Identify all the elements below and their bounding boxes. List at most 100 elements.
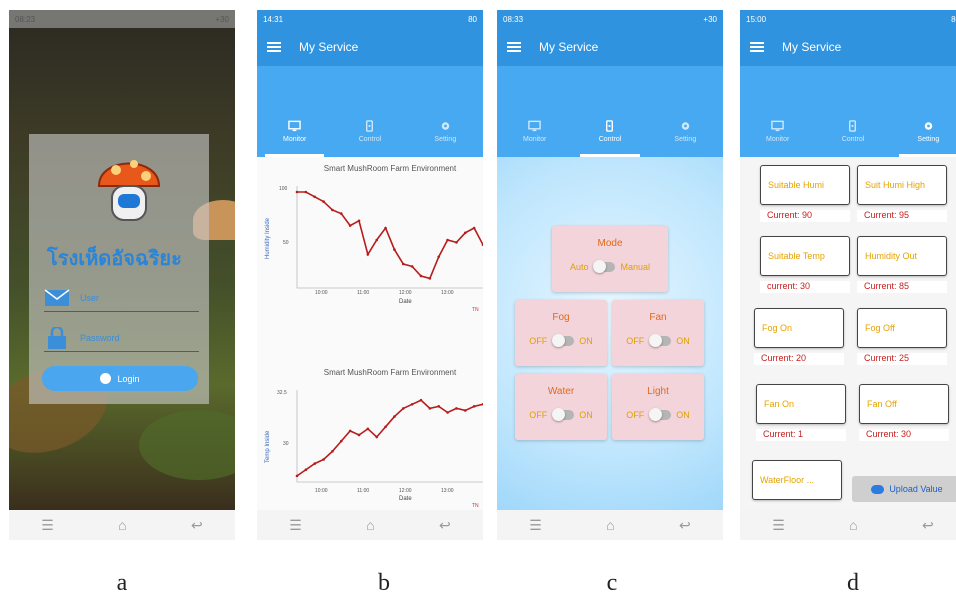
home-nav-icon[interactable]: ⌂ xyxy=(366,517,374,533)
tab-control[interactable]: Control xyxy=(332,105,407,157)
back-nav-icon[interactable]: ↩ xyxy=(439,517,451,534)
app-header: 15:00 80 My Service Monitor Control Set xyxy=(740,10,956,157)
home-nav-icon[interactable]: ⌂ xyxy=(606,517,614,533)
tab-control[interactable]: Control xyxy=(572,105,647,157)
caption-b: b xyxy=(378,570,390,596)
phone-monitor-screen: 14:31 80 My Service Monitor Control Sett… xyxy=(257,10,483,540)
data-point xyxy=(348,429,352,433)
series-line xyxy=(296,399,483,477)
fog-row: OFF ON xyxy=(515,334,607,347)
chart-title: Smart MushRoom Farm Environment xyxy=(323,368,457,377)
fan-title: Fan xyxy=(649,312,667,323)
phone-icon xyxy=(849,119,857,132)
tab-monitor[interactable]: Monitor xyxy=(497,105,572,157)
data-point xyxy=(463,409,467,412)
x-axis-label: Date xyxy=(399,496,412,502)
tab-monitor[interactable]: Monitor xyxy=(257,105,332,157)
tab-bar: Monitor Control Setting xyxy=(740,105,956,157)
data-point xyxy=(401,262,405,266)
app-header: 14:31 80 My Service Monitor Control Sett… xyxy=(257,10,483,157)
x-tick: 10:00 xyxy=(315,290,328,296)
data-point xyxy=(304,190,308,194)
username-field[interactable]: User xyxy=(44,284,199,312)
user-icon xyxy=(100,373,112,384)
tab-label: Setting xyxy=(917,135,940,143)
on-label: ON xyxy=(579,336,593,346)
suitable-humi-button[interactable]: Suitable Humi xyxy=(760,165,850,205)
gear-icon xyxy=(441,121,450,130)
gear-icon xyxy=(924,121,933,130)
light-toggle[interactable] xyxy=(649,408,672,421)
phone-login-screen: 08:23 +30 โรงเห็ดอัจฉริยะ User Password xyxy=(9,10,235,540)
hamburger-menu-icon[interactable] xyxy=(267,42,281,52)
tab-setting[interactable]: Setting xyxy=(891,105,956,157)
password-field[interactable]: Password xyxy=(44,324,199,352)
data-point xyxy=(313,195,317,199)
y-tick: 50 xyxy=(283,240,289,246)
mode-toggle[interactable] xyxy=(593,260,616,273)
humidity-plot xyxy=(295,186,483,289)
back-nav-icon[interactable]: ↩ xyxy=(922,517,934,534)
suitable-temp-button[interactable]: Suitable Temp xyxy=(760,236,850,276)
data-point xyxy=(410,403,414,406)
fan-off-button[interactable]: Fan Off xyxy=(859,384,949,424)
humidity-out-current: Current: 85 xyxy=(857,281,947,293)
hamburger-menu-icon[interactable] xyxy=(507,42,521,52)
fog-on-current: Current: 20 xyxy=(754,353,844,365)
toolbar-title: My Service xyxy=(782,40,842,54)
humidity-out-button[interactable]: Humidity Out xyxy=(857,236,947,276)
data-point xyxy=(384,425,387,429)
data-point xyxy=(348,224,352,227)
hamburger-menu-icon[interactable] xyxy=(750,42,764,52)
y-tick: 32.5 xyxy=(277,390,287,396)
login-button[interactable]: Login xyxy=(42,366,198,391)
data-point xyxy=(446,411,449,414)
menu-nav-icon[interactable]: ☰ xyxy=(41,517,54,534)
menu-nav-icon[interactable]: ☰ xyxy=(772,517,785,534)
back-nav-icon[interactable]: ↩ xyxy=(679,517,691,534)
upload-value-button[interactable]: Upload Value xyxy=(852,476,956,502)
data-point xyxy=(304,468,308,472)
data-point xyxy=(410,265,414,268)
suit-humi-high-button[interactable]: Suit Humi High xyxy=(857,165,947,205)
chart-title: Smart MushRoom Farm Environment xyxy=(323,164,457,173)
fog-on-button[interactable]: Fog On xyxy=(754,308,844,348)
data-point xyxy=(455,241,458,244)
toolbar-title: My Service xyxy=(299,40,359,54)
back-nav-icon[interactable]: ↩ xyxy=(191,517,203,534)
fan-toggle[interactable] xyxy=(649,334,672,347)
fan-on-current: Current: 1 xyxy=(756,429,846,441)
light-card: Light OFF ON xyxy=(612,374,704,440)
data-point xyxy=(366,427,370,431)
data-point xyxy=(313,462,317,465)
phone-icon xyxy=(366,119,374,132)
water-toggle[interactable] xyxy=(552,408,575,421)
setting-screen: 15:00 80 My Service Monitor Control Set xyxy=(740,10,956,510)
tab-monitor[interactable]: Monitor xyxy=(740,105,815,157)
off-label: OFF xyxy=(529,336,548,346)
home-nav-icon[interactable]: ⌂ xyxy=(118,517,126,533)
mode-manual-label: Manual xyxy=(620,262,651,272)
tab-control[interactable]: Control xyxy=(815,105,890,157)
tab-setting[interactable]: Setting xyxy=(408,105,483,157)
suit-humi-high-current: Current: 95 xyxy=(857,210,947,222)
home-nav-icon[interactable]: ⌂ xyxy=(849,517,857,533)
waterfloor-button[interactable]: WaterFloor ... xyxy=(752,460,842,500)
series-line xyxy=(297,191,483,280)
status-battery: 80 xyxy=(468,14,477,24)
toolbar-title: My Service xyxy=(539,40,599,54)
data-point xyxy=(428,407,432,410)
fog-toggle[interactable] xyxy=(552,334,575,347)
menu-nav-icon[interactable]: ☰ xyxy=(289,517,302,534)
menu-nav-icon[interactable]: ☰ xyxy=(529,517,542,534)
data-point xyxy=(455,407,458,410)
data-point xyxy=(331,208,334,212)
fog-off-button[interactable]: Fog Off xyxy=(857,308,947,348)
fan-on-button[interactable]: Fan On xyxy=(756,384,846,424)
water-card: Water OFF ON xyxy=(515,374,607,440)
fan-row: OFF ON xyxy=(612,334,704,347)
tab-setting[interactable]: Setting xyxy=(648,105,723,157)
data-point xyxy=(331,450,334,453)
status-battery: +30 xyxy=(215,14,229,24)
mushroom-logo xyxy=(97,160,161,221)
